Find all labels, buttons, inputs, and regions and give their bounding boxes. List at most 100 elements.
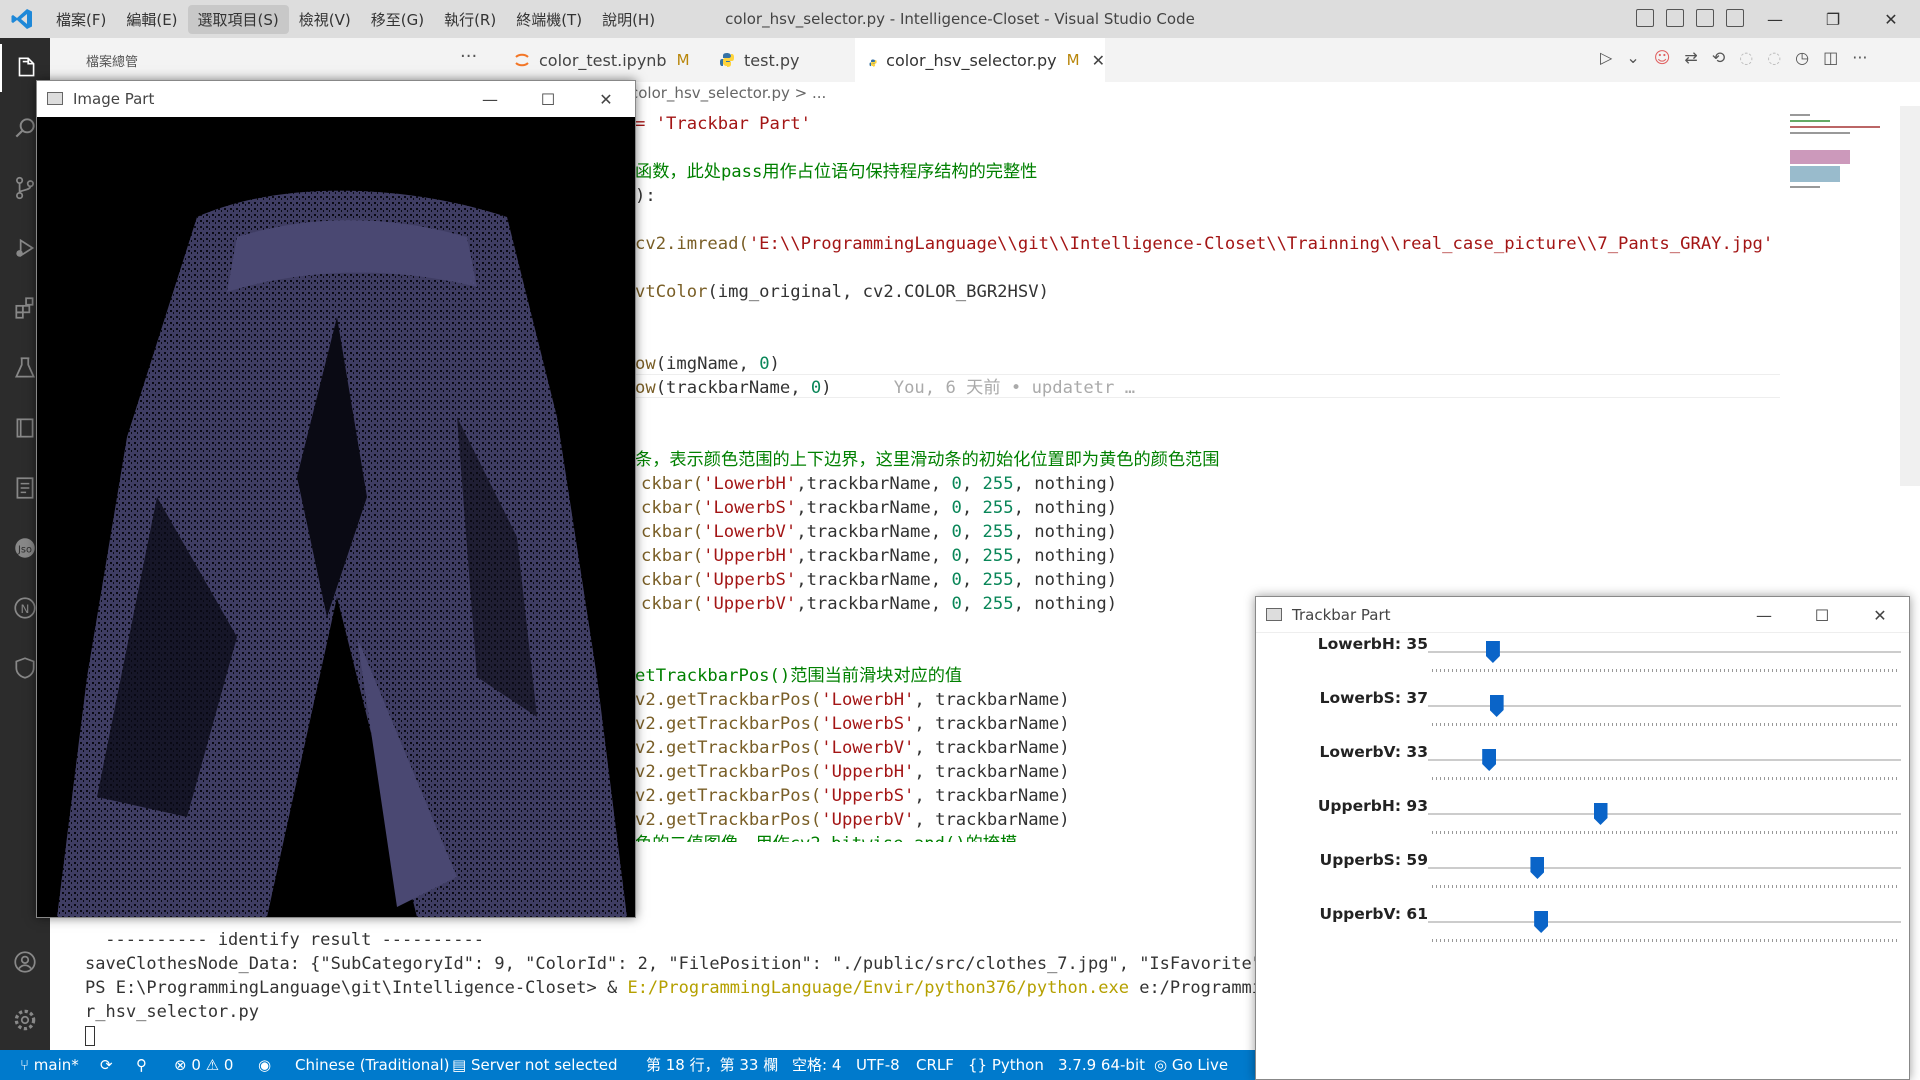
- close-icon[interactable]: ✕: [1851, 597, 1909, 633]
- code-line: ow(imgName, 0): [635, 354, 780, 374]
- trackbar-row: UpperbH: 93: [1256, 795, 1909, 849]
- trackbar-ticks: [1432, 885, 1898, 888]
- menu-edit[interactable]: 編輯(E): [116, 5, 187, 34]
- svg-text:N: N: [21, 602, 30, 616]
- tab-test-py[interactable]: test.py: [705, 38, 855, 82]
- timeline-icon[interactable]: ◷: [1795, 48, 1809, 67]
- go-back-icon[interactable]: ⟲: [1712, 48, 1725, 67]
- menu-terminal[interactable]: 終端機(T): [506, 5, 592, 34]
- code-line: cv2.imread('E:\\ProgrammingLanguage\\git…: [635, 234, 1774, 254]
- account-icon[interactable]: [0, 938, 50, 986]
- explorer-title: 檔案總管: [86, 55, 139, 70]
- trackbar-thumb[interactable]: [1485, 641, 1500, 663]
- branch-indicator[interactable]: ⑂ main*: [20, 1050, 79, 1080]
- close-icon[interactable]: ✕: [577, 81, 635, 117]
- trackbar-track[interactable]: [1428, 921, 1901, 923]
- trackbar-track[interactable]: [1428, 813, 1901, 815]
- maximize-icon[interactable]: ☐: [519, 81, 577, 117]
- trackbar-label: UpperbS: 59: [1319, 851, 1428, 869]
- maximize-icon[interactable]: ☐: [1793, 597, 1851, 633]
- restore-icon[interactable]: ❐: [1804, 0, 1862, 38]
- terminal-panel[interactable]: ---------- identify result ---------- sa…: [50, 900, 1283, 1050]
- menu-selection[interactable]: 選取項目(S): [187, 4, 289, 34]
- indentation[interactable]: 空格: 4: [792, 1050, 841, 1080]
- server-status[interactable]: ▤ Server not selected: [452, 1050, 618, 1080]
- modified-badge: M: [676, 51, 690, 69]
- end-of-line[interactable]: CRLF: [916, 1050, 954, 1080]
- split-editor-icon[interactable]: ◫: [1823, 48, 1838, 67]
- sync-icon[interactable]: ⟳: [100, 1050, 113, 1080]
- python-interpreter[interactable]: 3.7.9 64-bit: [1058, 1050, 1145, 1080]
- more-actions-icon[interactable]: ···: [1852, 48, 1867, 67]
- customize-layout-icon[interactable]: [1726, 9, 1744, 27]
- code-line: = 'Trackbar Part': [635, 114, 811, 134]
- window-icon: [47, 92, 63, 105]
- settings-gear-icon[interactable]: [0, 996, 50, 1044]
- terminal-line: PS E:\ProgrammingLanguage\git\Intelligen…: [85, 978, 1283, 998]
- encoding[interactable]: UTF-8: [856, 1050, 900, 1080]
- trackbar-thumb[interactable]: [1482, 749, 1497, 771]
- editor-scrollbar[interactable]: [1900, 106, 1920, 486]
- code-line: 函数，此处pass用作占位语句保持程序结构的完整性: [635, 162, 1038, 182]
- code-line: ckbar('LowerbH',trackbarName, 0, 255, no…: [641, 474, 1118, 494]
- toggle-sidebar-icon[interactable]: [1636, 9, 1654, 27]
- language-mode[interactable]: {} Python: [968, 1050, 1044, 1080]
- trackbar-track[interactable]: [1428, 759, 1901, 761]
- title-bar: 檔案(F) 編輯(E) 選取項目(S) 檢視(V) 移至(G) 執行(R) 終端…: [0, 0, 1920, 38]
- breadcrumb[interactable]: color_hsv_selector.py > ...: [630, 84, 826, 106]
- trackbar-thumb[interactable]: [1489, 695, 1504, 717]
- trackbar-row: LowerbV: 33: [1256, 741, 1909, 795]
- cursor-position[interactable]: 第 18 行，第 33 欄: [646, 1050, 778, 1080]
- menu-file[interactable]: 檔案(F): [46, 5, 116, 34]
- trackbar-part-window[interactable]: Trackbar Part — ☐ ✕ LowerbH: 35 LowerbS: …: [1255, 596, 1910, 1080]
- run-icon[interactable]: ▷: [1600, 48, 1612, 67]
- editor-actions: ▷ ⌄ ☺ ⇄ ⟲ ◌ ◌ ◷ ◫ ···: [1600, 48, 1868, 67]
- tab-color-hsv-selector[interactable]: color_hsv_selector.py M ✕: [855, 38, 1105, 82]
- broadcast-icon[interactable]: ◉: [258, 1050, 271, 1080]
- more-actions-icon[interactable]: ···: [460, 46, 477, 67]
- minimap[interactable]: [1780, 106, 1900, 206]
- trackbar-thumb[interactable]: [1593, 803, 1608, 825]
- language-pack[interactable]: Chinese (Traditional): [295, 1050, 450, 1080]
- compare-icon[interactable]: ⇄: [1684, 48, 1697, 67]
- git-graph-icon[interactable]: ⚲: [136, 1050, 147, 1080]
- trackbar-ticks: [1432, 939, 1898, 942]
- minimize-icon[interactable]: —: [461, 81, 519, 117]
- code-line: v2.getTrackbarPos('LowerbH', trackbarNam…: [635, 690, 1070, 710]
- menu-go[interactable]: 移至(G): [361, 5, 434, 34]
- image-part-window[interactable]: Image Part — ☐ ✕: [36, 80, 636, 918]
- hsv-image-canvas: [37, 117, 635, 917]
- trackbar-window-titlebar[interactable]: Trackbar Part — ☐ ✕: [1256, 597, 1909, 633]
- copilot-icon[interactable]: ☺: [1654, 48, 1671, 67]
- menu-help[interactable]: 說明(H): [592, 5, 665, 34]
- trackbar-window-title: Trackbar Part: [1292, 606, 1391, 624]
- problems-indicator[interactable]: ⊗ 0 ⚠ 0: [174, 1050, 233, 1080]
- image-window-titlebar[interactable]: Image Part — ☐ ✕: [37, 81, 635, 117]
- next-change-icon[interactable]: ◌: [1767, 48, 1781, 67]
- trackbar-thumb[interactable]: [1530, 857, 1545, 879]
- trackbar-thumb[interactable]: [1534, 911, 1549, 933]
- terminal-cursor: [85, 1026, 95, 1046]
- code-line: vtColor(img_original, cv2.COLOR_BGR2HSV): [635, 282, 1049, 302]
- menu-view[interactable]: 檢視(V): [289, 5, 361, 34]
- vscode-logo-icon[interactable]: [10, 7, 34, 31]
- minimize-icon[interactable]: —: [1746, 0, 1804, 38]
- close-icon[interactable]: ✕: [1862, 0, 1920, 38]
- minimize-icon[interactable]: —: [1735, 597, 1793, 633]
- code-line: 条，表示颜色范围的上下边界，这里滑动条的初始化位置即为黄色的颜色范围: [635, 450, 1220, 470]
- go-live-button[interactable]: ◎ Go Live: [1154, 1050, 1228, 1080]
- toggle-secondary-sidebar-icon[interactable]: [1696, 9, 1714, 27]
- trackbar-row: UpperbS: 59: [1256, 849, 1909, 903]
- menu-run[interactable]: 執行(R): [434, 5, 506, 34]
- code-line: v2.getTrackbarPos('UpperbV', trackbarNam…: [635, 810, 1070, 830]
- terminal-line: saveClothesNode_Data: {"SubCategoryId": …: [85, 954, 1273, 974]
- trackbar-track[interactable]: [1428, 867, 1901, 869]
- close-tab-icon[interactable]: ✕: [1092, 51, 1105, 70]
- terminal-line: ---------- identify result ----------: [95, 930, 484, 950]
- toggle-panel-icon[interactable]: [1666, 9, 1684, 27]
- previous-change-icon[interactable]: ◌: [1739, 48, 1753, 67]
- chevron-down-icon[interactable]: ⌄: [1626, 48, 1639, 67]
- code-line: ckbar('LowerbS',trackbarName, 0, 255, no…: [641, 498, 1118, 518]
- image-window-title: Image Part: [73, 90, 155, 108]
- tab-color-test[interactable]: color_test.ipynb M: [500, 38, 705, 82]
